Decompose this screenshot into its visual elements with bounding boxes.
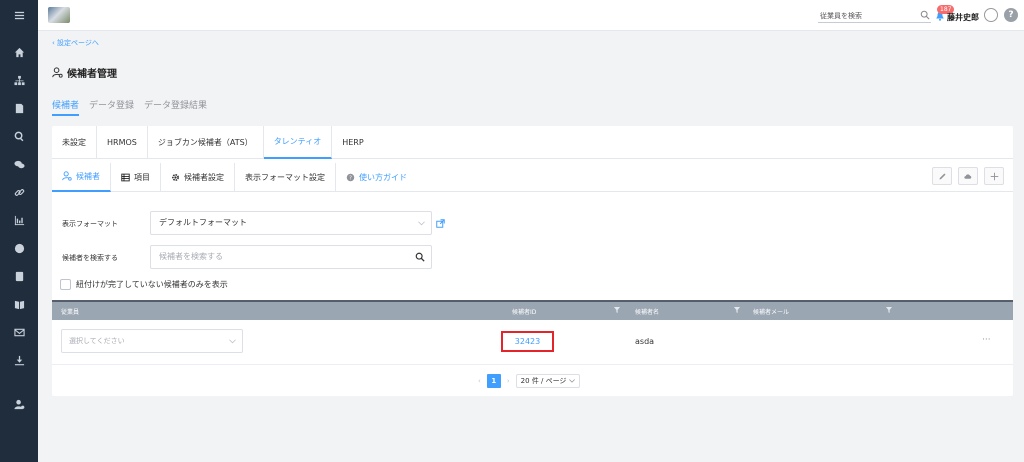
- page-title: 候補者管理: [52, 65, 117, 80]
- download-icon[interactable]: [0, 351, 38, 369]
- tab-import-results[interactable]: データ登録結果: [144, 98, 207, 116]
- chart-icon[interactable]: [0, 211, 38, 229]
- subtab-display-format[interactable]: 表示フォーマット設定: [235, 162, 336, 192]
- candidate-id-link[interactable]: 32423: [501, 331, 554, 352]
- next-page-button[interactable]: ›: [507, 377, 510, 385]
- subtab-candidate-settings-label: 候補者設定: [184, 172, 224, 182]
- page-1[interactable]: 1: [486, 374, 501, 388]
- company-logo[interactable]: [48, 7, 70, 23]
- main-tabs: 候補者 データ登録 データ登録結果: [52, 98, 207, 116]
- unlinked-only-label: 紐付けが完了していない候補者のみを表示: [76, 280, 228, 289]
- format-select[interactable]: デフォルトフォーマット: [150, 211, 432, 235]
- employee-select-placeholder: 選択してください: [69, 337, 125, 345]
- format-label: 表示フォーマット: [62, 220, 118, 228]
- candidate-search-input[interactable]: 候補者を検索する: [150, 245, 432, 269]
- subtab-usage-guide[interactable]: ? 使い方ガイド: [336, 163, 417, 192]
- filter-icon[interactable]: [886, 307, 892, 313]
- subtab-fields[interactable]: 項目: [111, 162, 161, 192]
- plus-icon: [990, 172, 998, 180]
- pagination: ‹ 1 › 20 件 / ページ: [478, 374, 581, 388]
- candidate-search-placeholder: 候補者を検索する: [159, 252, 223, 261]
- page-size-select[interactable]: 20 件 / ページ: [515, 374, 581, 388]
- user-settings-icon[interactable]: [0, 395, 38, 413]
- globe-icon[interactable]: [0, 239, 38, 257]
- subtab-candidate-settings[interactable]: 候補者設定: [161, 162, 235, 192]
- tab-candidates[interactable]: 候補者: [52, 98, 80, 116]
- add-button[interactable]: [984, 167, 1004, 185]
- subtab-display-format-label: 表示フォーマット設定: [245, 172, 325, 182]
- subtab-candidates-label: 候補者: [76, 171, 100, 181]
- tab-talentio[interactable]: タレンティオ: [263, 126, 333, 159]
- employee-select[interactable]: 選択してください: [61, 329, 243, 353]
- user-name[interactable]: 藤井史郎: [947, 12, 979, 23]
- chevron-down-icon: [418, 221, 425, 226]
- search-label: 候補者を検索する: [62, 254, 118, 262]
- candidate-name: asda: [635, 337, 655, 346]
- gear-icon: [172, 173, 179, 181]
- external-link-icon[interactable]: [436, 219, 445, 228]
- content-card: 未設定 HRMOS ジョブカン候補者（ATS） タレンティオ HERP 候補者 …: [52, 126, 1013, 396]
- sidebar: [0, 0, 38, 462]
- format-select-value: デフォルトフォーマット: [159, 218, 247, 227]
- table-row: 選択してください 32423 asda ···: [52, 320, 1013, 365]
- chevron-down-icon: [569, 379, 576, 383]
- back-to-settings-link[interactable]: ‹ 設定ページへ: [52, 38, 99, 48]
- cloud-upload-button[interactable]: [958, 167, 978, 185]
- unlinked-only-checkbox[interactable]: [60, 279, 71, 290]
- link-icon[interactable]: [0, 183, 38, 201]
- tab-herp[interactable]: HERP: [332, 126, 373, 159]
- book-icon[interactable]: [0, 295, 38, 313]
- page-title-text: 候補者管理: [67, 69, 117, 80]
- filter-icon[interactable]: [614, 307, 620, 313]
- system-tabs: 未設定 HRMOS ジョブカン候補者（ATS） タレンティオ HERP: [52, 126, 1013, 159]
- contact-card-icon[interactable]: [0, 267, 38, 285]
- avatar[interactable]: [984, 8, 998, 22]
- tab-jobcan-ats[interactable]: ジョブカン候補者（ATS）: [148, 126, 264, 159]
- org-chart-icon[interactable]: [0, 71, 38, 89]
- tab-unset[interactable]: 未設定: [52, 126, 97, 159]
- unlinked-only-filter[interactable]: 紐付けが完了していない候補者のみを表示: [60, 279, 228, 290]
- user-icon: [62, 171, 72, 181]
- cloud-icon: [964, 173, 972, 179]
- table-header: 従業員 候補者ID 候補者名 候補者メール: [52, 300, 1013, 320]
- row-more-button[interactable]: ···: [982, 335, 991, 345]
- edit-button[interactable]: [932, 167, 952, 185]
- search-icon[interactable]: [0, 127, 38, 145]
- column-employee: 従業員: [61, 309, 80, 316]
- back-link-label: 設定ページへ: [57, 39, 99, 47]
- top-bar: 従業員を検索 187 藤井史郎 ?: [38, 0, 1024, 31]
- search-icon[interactable]: [920, 10, 930, 20]
- home-icon[interactable]: [0, 43, 38, 61]
- column-candidate-name: 候補者名: [635, 309, 660, 316]
- tab-hrmos[interactable]: HRMOS: [97, 126, 148, 159]
- subtab-fields-label: 項目: [134, 172, 150, 182]
- page-size-value: 20 件 / ページ: [520, 377, 567, 385]
- help-icon[interactable]: ?: [1004, 8, 1018, 22]
- tab-data-import[interactable]: データ登録: [89, 98, 134, 116]
- list-icon: [121, 173, 130, 181]
- mail-icon[interactable]: [0, 323, 38, 341]
- help-circle-icon: ?: [346, 173, 355, 181]
- filter-icon[interactable]: [734, 307, 740, 313]
- svg-text:?: ?: [349, 175, 352, 181]
- document-icon[interactable]: [0, 99, 38, 117]
- column-candidate-email: 候補者メール: [753, 309, 790, 316]
- subtab-usage-guide-label: 使い方ガイド: [359, 172, 407, 182]
- pencil-icon: [939, 173, 945, 179]
- subtab-candidates[interactable]: 候補者: [52, 162, 111, 192]
- employee-search-input[interactable]: 従業員を検索: [818, 10, 931, 23]
- user-gear-icon: [52, 67, 63, 78]
- menu-icon[interactable]: [0, 6, 38, 24]
- chat-icon[interactable]: [0, 155, 38, 173]
- column-candidate-id: 候補者ID: [512, 309, 537, 316]
- chevron-down-icon: [229, 339, 236, 344]
- prev-page-button[interactable]: ‹: [478, 377, 481, 385]
- sub-tabs: 候補者 項目 候補者設定 表示フォーマット設定 ? 使い方ガイド: [52, 162, 1013, 192]
- search-icon[interactable]: [415, 252, 425, 262]
